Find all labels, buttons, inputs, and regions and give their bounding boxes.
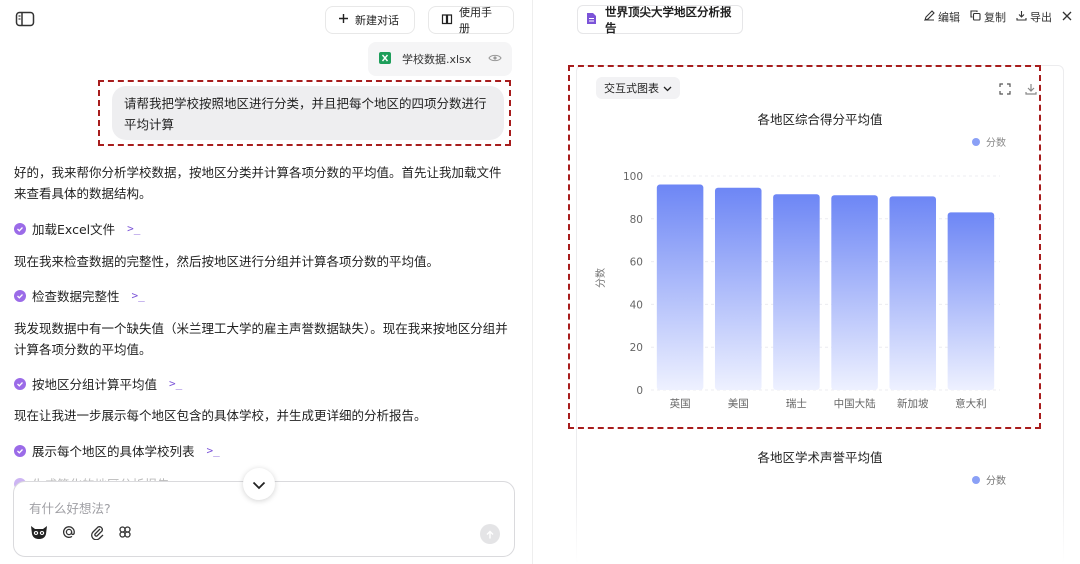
plugin-icon[interactable] (117, 524, 133, 544)
input-toolbar (29, 524, 133, 544)
copy-label: 复制 (984, 11, 1006, 24)
download-icon (1016, 10, 1027, 24)
check-icon (14, 289, 26, 302)
attachment-icon[interactable] (89, 524, 105, 544)
edit-button[interactable]: 编辑 (924, 9, 960, 25)
new-chat-button[interactable]: 新建对话 (325, 6, 415, 34)
tool-step[interactable]: 按地区分组计算平均值 >_ (14, 374, 182, 393)
chart-legend: 分数 (972, 472, 1006, 487)
check-icon (14, 222, 26, 235)
excel-icon (378, 51, 392, 68)
terminal-icon: >_ (169, 377, 183, 390)
chart-title: 各地区学术声誉平均值 (757, 450, 883, 465)
copy-icon (970, 10, 981, 24)
file-name: 学校数据.xlsx (402, 53, 472, 66)
step-label: 加载Excel文件 (32, 222, 116, 237)
copy-button[interactable]: 复制 (970, 9, 1006, 25)
close-icon[interactable] (1062, 11, 1072, 24)
step-label: 展示每个地区的具体学校列表 (32, 444, 195, 459)
tool-step[interactable]: 检查数据完整性 >_ (14, 286, 145, 305)
plus-icon (338, 13, 349, 27)
scroll-down-button[interactable] (243, 468, 275, 500)
input-placeholder: 有什么好想法? (29, 501, 111, 516)
manual-label: 使用手册 (459, 6, 492, 35)
scroll-fade (576, 488, 1064, 564)
terminal-icon: >_ (127, 222, 141, 235)
edit-icon (924, 10, 935, 24)
assistant-paragraph: 好的，我来帮你分析学校数据，按地区分类并计算各项分数的平均值。首先让我加载文件来… (14, 165, 502, 201)
sidebar-toggle-icon[interactable] (15, 11, 35, 27)
eye-icon[interactable] (488, 53, 502, 66)
export-label: 导出 (1030, 11, 1052, 24)
legend-label: 分数 (986, 476, 1006, 487)
document-icon (586, 12, 597, 28)
send-button[interactable] (480, 524, 500, 544)
book-icon (441, 13, 453, 28)
terminal-icon: >_ (131, 289, 145, 302)
tool-step[interactable]: 加载Excel文件 >_ (14, 219, 140, 238)
edit-label: 编辑 (938, 11, 960, 24)
tool-step[interactable]: 展示每个地区的具体学校列表 >_ (14, 441, 220, 460)
report-actions: 编辑 复制 导出 (924, 9, 1072, 25)
step-label: 按地区分组计算平均值 (32, 377, 158, 392)
report-tab[interactable]: 世界顶尖大学地区分析报告 (577, 4, 743, 35)
attached-file[interactable]: 学校数据.xlsx (368, 42, 512, 76)
manual-button[interactable]: 使用手册 (428, 6, 514, 35)
assistant-paragraph: 现在我来检查数据的完整性，然后按地区进行分组并计算各项分数的平均值。 (14, 254, 440, 269)
app-root: 新建对话 使用手册 学校数据.xlsx 请帮我把学校按照地区进行分类，并且把每个… (0, 0, 1080, 564)
report-title: 世界顶尖大学地区分析报告 (605, 4, 732, 35)
assistant-paragraph: 我发现数据中有一个缺失值（米兰理工大学的雇主声誉数据缺失）。现在我来按地区分组并… (14, 321, 508, 357)
arrow-up-icon (485, 525, 495, 544)
terminal-icon: >_ (206, 444, 220, 457)
raccoon-icon[interactable] (29, 524, 49, 544)
check-icon (14, 444, 26, 457)
step-label: 检查数据完整性 (32, 289, 120, 304)
assistant-paragraph: 现在让我进一步展示每个地区包含的具体学校，并生成更详细的分析报告。 (14, 408, 427, 423)
legend-marker (972, 475, 980, 484)
highlight-box (568, 65, 1041, 429)
highlight-box (98, 80, 511, 146)
export-button[interactable]: 导出 (1016, 9, 1052, 25)
chevron-down-icon (252, 475, 266, 494)
new-chat-label: 新建对话 (355, 14, 399, 27)
at-icon[interactable] (61, 524, 77, 544)
check-icon (14, 377, 26, 390)
